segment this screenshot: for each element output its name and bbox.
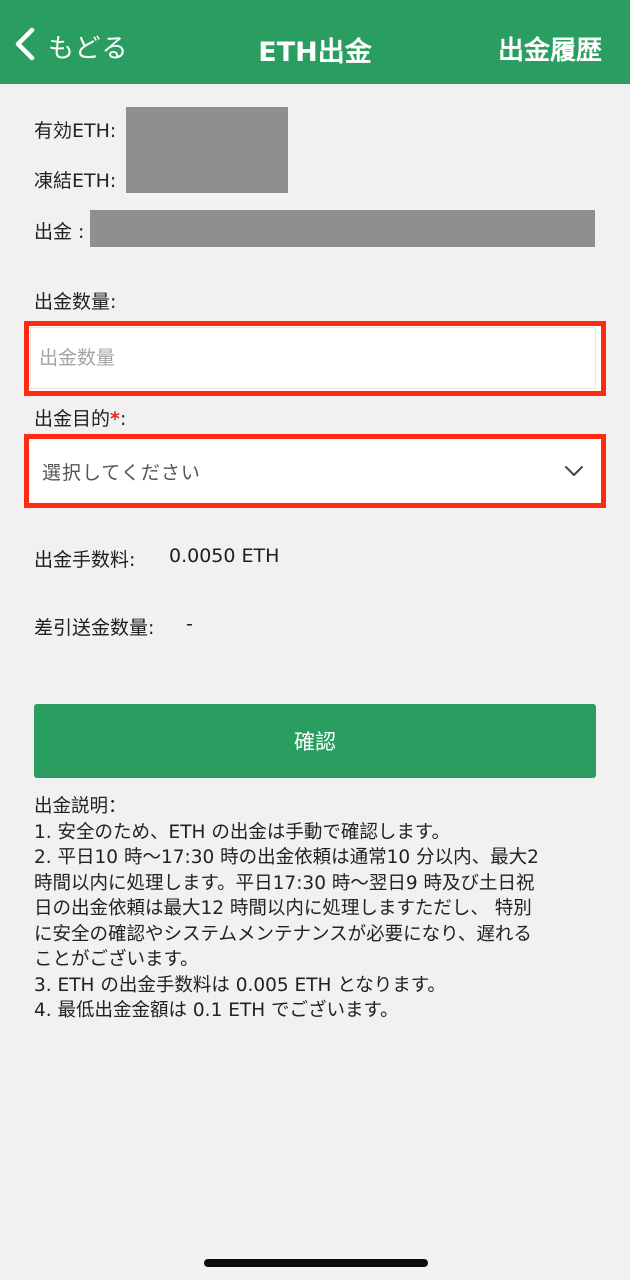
fee-value: 0.0050 ETH xyxy=(169,545,280,567)
withdrawal-notes: 出金説明： 1. 安全のため、ETH の出金は手動で確認します。 2. 平日10… xyxy=(34,794,594,1024)
purpose-label: 出金目的*: xyxy=(34,404,126,431)
notes-line: ことがございます。 xyxy=(34,949,199,970)
redacted-address-block xyxy=(90,210,595,247)
purpose-select-value: 選択してください xyxy=(42,461,201,484)
notes-line: 2. 平日10 時～17:30 時の出金依頼は通常10 分以内、最大2 xyxy=(34,847,539,868)
confirm-button[interactable]: 確認 xyxy=(34,704,596,778)
purpose-label-colon: : xyxy=(119,408,127,430)
notes-line: 日の出金依頼は最大12 時間以内に処理しますただし、 特別 xyxy=(34,898,532,919)
notes-line: 3. ETH の出金手数料は 0.005 ETH となります。 xyxy=(34,974,446,996)
withdraw-address-label: 出金 : xyxy=(34,221,85,243)
notes-line: 1. 安全のため、ETH の出金は手動で確認します。 xyxy=(34,821,450,843)
notes-line: に安全の確認やシステムメンテナンスが必要になり、遅れる xyxy=(34,923,532,945)
chevron-down-icon xyxy=(564,464,584,478)
amount-label: 出金数量: xyxy=(34,291,117,313)
redacted-balance-block xyxy=(126,107,288,193)
required-mark: * xyxy=(110,408,120,430)
fee-label: 出金手数料: xyxy=(34,549,136,571)
notes-line: 4. 最低出金金額は 0.1 ETH でございます。 xyxy=(34,1000,399,1021)
available-eth-label: 有効ETH: xyxy=(34,120,117,142)
withdrawal-history-link[interactable]: 出金履歴 xyxy=(498,30,602,67)
net-amount-value: - xyxy=(186,613,193,635)
amount-input[interactable] xyxy=(30,327,596,389)
net-amount-label: 差引送金数量: xyxy=(34,617,155,639)
app-header: もどる ETH出金 出金履歴 xyxy=(0,0,630,84)
purpose-label-text: 出金目的 xyxy=(34,408,111,430)
purpose-select[interactable]: 選択してください xyxy=(30,440,596,502)
notes-line: 時間以内に処理します。平日17:30 時～翌日9 時及び土日祝 xyxy=(34,872,535,894)
frozen-eth-label: 凍結ETH: xyxy=(34,170,117,192)
notes-line: 出金説明： xyxy=(34,796,127,817)
home-indicator[interactable] xyxy=(204,1259,428,1267)
